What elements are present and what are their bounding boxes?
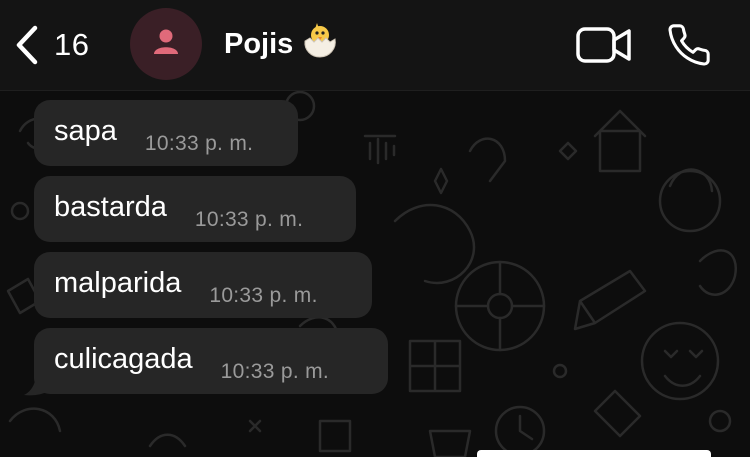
video-camera-icon (576, 27, 632, 68)
contact-name[interactable]: Pojis (224, 22, 339, 66)
home-indicator (477, 450, 711, 457)
message-time: 10:33 p. m. (194, 208, 304, 231)
message-bubble[interactable]: sapa 10:33 p. m. (34, 100, 298, 166)
chat-area[interactable]: sapa 10:33 p. m. bastarda 10:33 p. m. ma… (0, 91, 750, 457)
unread-count: 16 (54, 27, 90, 62)
video-call-button[interactable] (576, 26, 632, 69)
message-time: 10:33 p. m. (144, 132, 254, 155)
bubble-tail (24, 373, 48, 396)
message-bubble[interactable]: culicagada 10:33 p. m. (34, 328, 388, 394)
phone-icon (666, 24, 712, 72)
message-text: sapa (54, 115, 117, 147)
message-time: 10:33 p. m. (220, 360, 330, 383)
message-time: 10:33 p. m. (209, 284, 318, 307)
chevron-left-icon (14, 25, 40, 65)
voice-call-button[interactable] (666, 22, 712, 73)
message-text: malparida (54, 267, 182, 299)
person-icon (153, 28, 179, 61)
avatar[interactable] (130, 8, 202, 80)
back-button[interactable]: 16 (14, 22, 89, 68)
chat-header: 16 Pojis (0, 0, 750, 91)
message-bubble[interactable]: bastarda 10:33 p. m. (34, 176, 356, 242)
hatching-chick-emoji (301, 21, 339, 67)
message-bubble[interactable]: malparida 10:33 p. m. (34, 252, 372, 318)
contact-name-text: Pojis (224, 27, 294, 60)
message-text: culicagada (54, 343, 193, 375)
message-text: bastarda (54, 191, 167, 223)
